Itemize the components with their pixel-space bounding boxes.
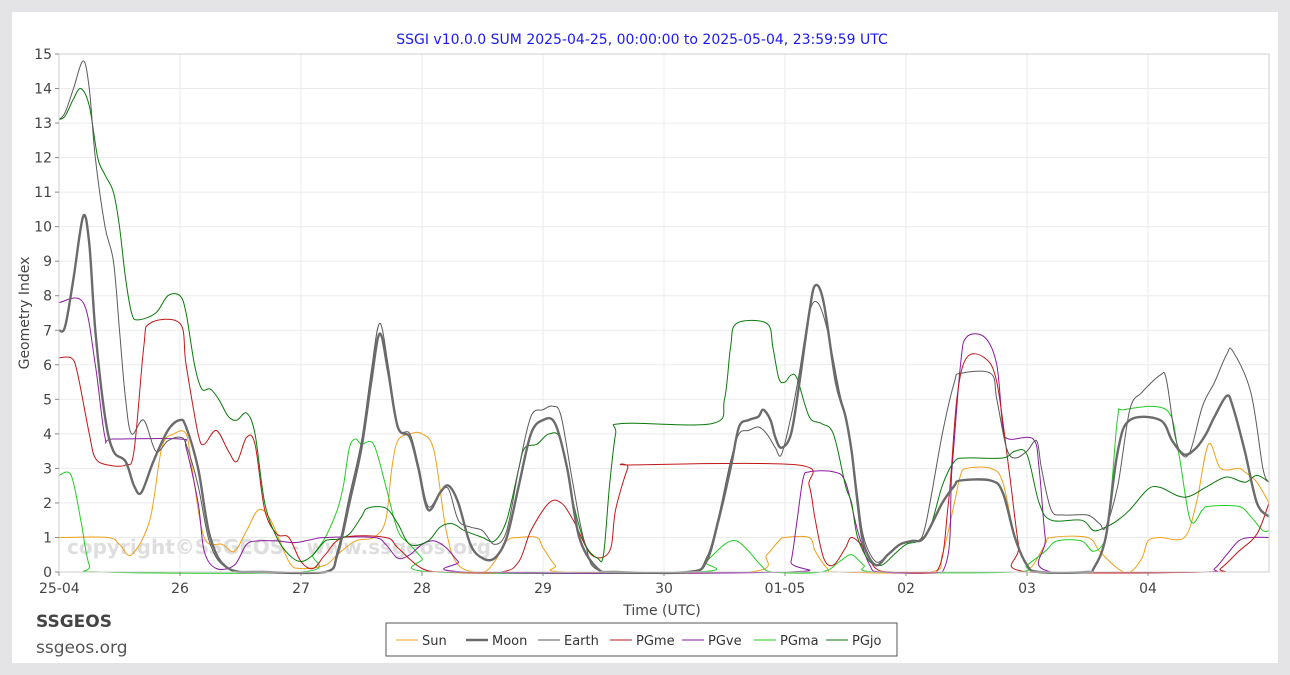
y-tick-label: 8 — [43, 289, 52, 305]
brand-name: SSGEOS — [36, 612, 112, 632]
y-tick-label: 12 — [34, 151, 52, 167]
brand-url: ssgeos.org — [36, 638, 128, 658]
y-tick-label: 9 — [43, 254, 52, 270]
y-tick-label: 3 — [43, 461, 52, 477]
y-tick-label: 1 — [43, 530, 52, 546]
grid — [58, 53, 1269, 573]
legend-label-pgma: PGma — [780, 634, 819, 649]
x-axis-ticks: 25-04 26 27 28 29 30 01-05 02 03 04 — [39, 572, 1157, 597]
y-tick-label: 14 — [34, 82, 52, 98]
x-tick-label: 04 — [1139, 581, 1157, 597]
x-tick-label: 29 — [534, 581, 552, 597]
y-tick-label: 11 — [34, 185, 52, 201]
legend-label-sun: Sun — [422, 634, 447, 649]
x-tick-label: 02 — [897, 581, 915, 597]
legend-label-earth: Earth — [564, 634, 599, 649]
legend-label-moon: Moon — [492, 634, 527, 649]
x-tick-label: 01-05 — [765, 581, 806, 597]
chart-frame: SSGI v10.0.0 SUM 2025-04-25, 00:00:00 to… — [12, 12, 1278, 663]
legend-label-pgjo: PGjo — [852, 634, 882, 649]
y-axis-ticks: 0123456789101112131415 — [34, 47, 59, 581]
legend-label-pgme: PGme — [636, 634, 675, 649]
y-tick-label: 2 — [43, 496, 52, 512]
y-tick-label: 15 — [34, 47, 52, 63]
y-tick-label: 0 — [43, 565, 52, 581]
y-tick-label: 10 — [34, 220, 52, 236]
y-tick-label: 4 — [43, 427, 52, 443]
x-tick-label: 30 — [655, 581, 673, 597]
legend: Sun Moon Earth PGme PGve PGma PGjo — [385, 622, 898, 657]
legend-label-pgve: PGve — [708, 634, 742, 649]
y-tick-label: 13 — [34, 116, 52, 132]
y-tick-label: 7 — [43, 323, 52, 339]
chart-title: SSGI v10.0.0 SUM 2025-04-25, 00:00:00 to… — [396, 32, 888, 48]
y-tick-label: 5 — [43, 392, 52, 408]
x-tick-label: 03 — [1018, 581, 1036, 597]
x-tick-label: 27 — [292, 581, 310, 597]
y-axis-label: Geometry Index — [17, 257, 33, 370]
x-tick-label: 25-04 — [39, 581, 80, 597]
geometry-index-chart: SSGI v10.0.0 SUM 2025-04-25, 00:00:00 to… — [17, 32, 1270, 657]
x-tick-label: 28 — [413, 581, 431, 597]
y-tick-label: 6 — [43, 358, 52, 374]
x-axis-label: Time (UTC) — [622, 603, 700, 619]
x-tick-label: 26 — [171, 581, 189, 597]
